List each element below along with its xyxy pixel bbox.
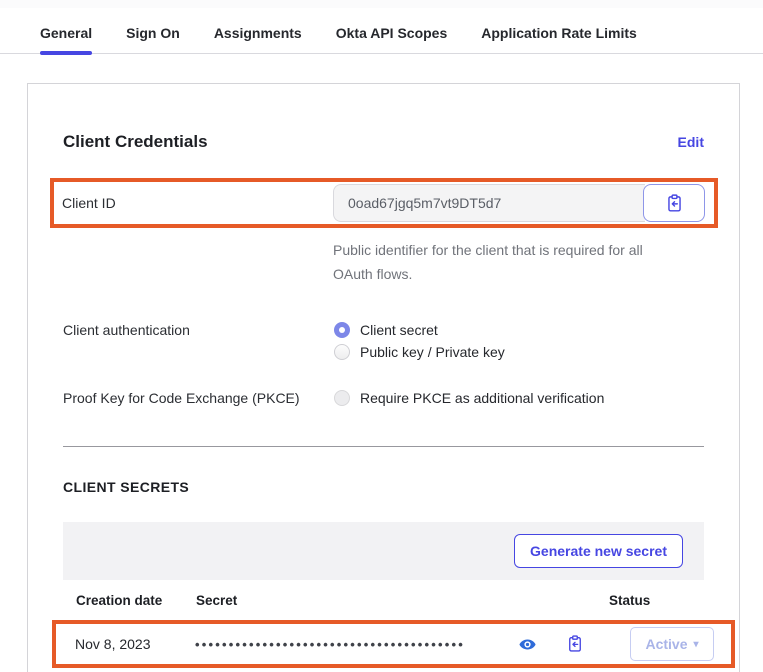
secret-cell: •••••••••••••••••••••••••••••••••••••••• [195, 635, 630, 653]
client-id-group [333, 184, 705, 222]
settings-card: Client Credentials Edit Client ID Public… [27, 83, 740, 672]
client-id-label: Client ID [62, 195, 333, 211]
radio-public-private-key-label: Public key / Private key [360, 344, 505, 360]
status-dropdown-button[interactable]: Active ▾ [630, 627, 714, 661]
client-authentication-label: Client authentication [63, 322, 334, 360]
client-secrets-toolbar: Generate new secret [63, 522, 704, 580]
tab-application-rate-limits[interactable]: Application Rate Limits [481, 8, 637, 53]
generate-new-secret-button[interactable]: Generate new secret [514, 534, 683, 568]
secrets-table-header: Creation date Secret Status [63, 580, 704, 620]
header-creation-date: Creation date [76, 593, 196, 608]
top-strip [0, 0, 763, 8]
tab-general[interactable]: General [40, 8, 92, 53]
copy-secret-clipboard-icon[interactable] [566, 635, 584, 653]
client-id-help-text: Public identifier for the client that is… [333, 238, 685, 286]
section-divider [63, 446, 704, 447]
secret-creation-date: Nov 8, 2023 [75, 636, 195, 652]
header-status: Status [609, 593, 704, 608]
pkce-checkbox[interactable]: Require PKCE as additional verification [334, 390, 604, 406]
radio-client-secret-label: Client secret [360, 322, 438, 338]
tab-bar: General Sign On Assignments Okta API Sco… [0, 8, 763, 54]
edit-button[interactable]: Edit [678, 134, 704, 150]
checkbox-unchecked-icon [334, 390, 350, 406]
tab-assignments[interactable]: Assignments [214, 8, 302, 53]
chevron-down-icon: ▾ [694, 639, 699, 650]
radio-selected-icon [334, 322, 350, 338]
tab-okta-api-scopes[interactable]: Okta API Scopes [336, 8, 448, 53]
radio-public-private-key[interactable]: Public key / Private key [334, 344, 505, 360]
pkce-row: Proof Key for Code Exchange (PKCE) Requi… [63, 390, 704, 406]
pkce-label: Proof Key for Code Exchange (PKCE) [63, 390, 334, 406]
highlight-box-secret-row: Nov 8, 2023 ••••••••••••••••••••••••••••… [52, 620, 735, 668]
header-secret: Secret [196, 593, 609, 608]
client-credentials-header: Client Credentials Edit [63, 132, 704, 152]
radio-unselected-icon [334, 344, 350, 360]
reveal-secret-eye-icon[interactable] [519, 636, 536, 653]
status-cell: Active ▾ [630, 627, 725, 661]
client-secrets-heading: CLIENT SECRETS [63, 479, 704, 495]
tab-sign-on[interactable]: Sign On [126, 8, 180, 53]
pkce-option-label: Require PKCE as additional verification [360, 390, 604, 406]
client-id-input[interactable] [333, 184, 645, 222]
copy-client-id-button[interactable] [643, 184, 705, 222]
highlight-box-client-id: Client ID [50, 178, 718, 228]
clipboard-copy-icon [665, 194, 684, 213]
radio-client-secret[interactable]: Client secret [334, 322, 505, 338]
client-authentication-row: Client authentication Client secret Publ… [63, 322, 704, 360]
status-label: Active [645, 636, 687, 652]
client-authentication-options: Client secret Public key / Private key [334, 322, 505, 360]
masked-secret-value: •••••••••••••••••••••••••••••••••••••••• [195, 637, 517, 652]
section-title: Client Credentials [63, 132, 208, 152]
